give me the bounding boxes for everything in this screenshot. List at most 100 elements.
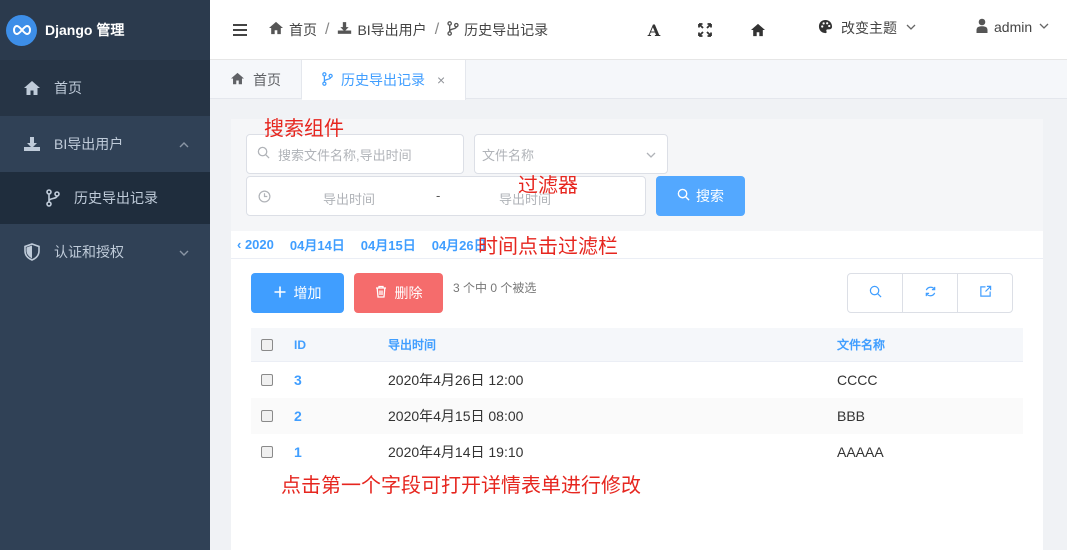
date-link[interactable]: 04月15日 (361, 235, 416, 254)
export-button[interactable] (958, 274, 1012, 312)
table-row: 3 2020年4月26日 12:00 CCCC (251, 362, 1023, 398)
infinity-logo-icon (6, 14, 37, 46)
export-icon (979, 285, 992, 301)
font-size-icon[interactable]: A (642, 18, 666, 42)
search-icon (257, 146, 270, 162)
table-row: 2 2020年4月15日 08:00 BBB (251, 398, 1023, 434)
column-header-id[interactable]: ID (294, 338, 388, 352)
sidebar-item-auth[interactable]: 认证和授权 (0, 224, 210, 280)
column-header-export-time[interactable]: 导出时间 (388, 336, 837, 353)
row-file-name: CCCC (837, 372, 878, 388)
annotation-edit-hint: 点击第一个字段可打开详情表单进行修改 (281, 473, 641, 497)
date-hierarchy-bar: ‹ 2020 04月14日 04月15日 04月26日 (231, 231, 1043, 259)
delete-button-label: 删除 (394, 285, 423, 301)
search-button[interactable]: 搜索 (656, 176, 745, 216)
sidebar-item-label: 首页 (54, 80, 82, 96)
chevron-down-icon (645, 149, 657, 164)
shield-icon (22, 242, 42, 262)
close-icon[interactable]: × (437, 72, 445, 88)
sidebar: Django 管理 首页 BI导出用户 历史导出记录 认证和授权 (0, 0, 210, 550)
home-icon (268, 21, 284, 38)
date-link[interactable]: 04月14日 (290, 235, 345, 254)
trash-icon (375, 285, 387, 301)
sidebar-item-label: 认证和授权 (54, 244, 124, 260)
breadcrumb-label: BI导出用户 (357, 21, 427, 38)
chevron-down-icon (1038, 19, 1050, 35)
branch-icon (322, 71, 333, 89)
branch-icon (44, 189, 62, 207)
add-button-label: 增加 (293, 285, 322, 301)
table-tools (847, 273, 1013, 313)
delete-button[interactable]: 删除 (354, 273, 443, 313)
results-table: ID 导出时间 文件名称 3 2020年4月26日 12:00 CCCC 2 2… (251, 328, 1023, 470)
filter-placeholder: 文件名称 (482, 147, 535, 163)
search-placeholder: 搜索文件名称,导出时间 (278, 147, 412, 163)
selection-count: 3 个中 0 个被选 (453, 281, 537, 295)
row-id-link[interactable]: 3 (294, 372, 302, 388)
search-icon (869, 285, 882, 301)
date-start-placeholder: 导出时间 (323, 192, 376, 207)
top-navbar: 首页 / BI导出用户 / 历史导出记录 A 改变主题 admin (210, 0, 1067, 60)
chevron-down-icon (905, 20, 917, 36)
refresh-button[interactable] (903, 274, 958, 312)
row-file-name: BBB (837, 408, 866, 424)
sidebar-item-bi-export-users[interactable]: BI导出用户 (0, 116, 210, 172)
annotation-date-filter: 时间点击过滤栏 (478, 234, 618, 258)
annotation-filter: 过滤器 (518, 173, 578, 197)
app-title: Django 管理 (45, 22, 125, 38)
search-panel: 搜索文件名称,导出时间 文件名称 导出时间 - 导出时间 搜索 (231, 119, 1043, 231)
row-export-time: 2020年4月15日 08:00 (388, 408, 524, 424)
palette-icon (818, 19, 833, 37)
branch-icon (447, 20, 459, 39)
annotation-search: 搜索组件 (264, 116, 344, 140)
change-theme-button[interactable]: 改变主题 (818, 18, 917, 38)
file-name-filter-select[interactable]: 文件名称 (474, 134, 668, 174)
row-checkbox[interactable] (261, 446, 273, 458)
fullscreen-icon[interactable] (693, 18, 717, 42)
breadcrumb-separator: / (325, 20, 330, 38)
tab-home[interactable]: 首页 (210, 60, 302, 99)
row-export-time: 2020年4月26日 12:00 (388, 372, 524, 388)
logo[interactable]: Django 管理 (0, 0, 210, 60)
home-icon (230, 72, 245, 88)
chevron-up-icon (178, 138, 190, 154)
date-back-link[interactable]: ‹ 2020 (237, 237, 274, 252)
row-id-link[interactable]: 1 (294, 444, 302, 460)
tab-label: 历史导出记录 (341, 72, 425, 88)
breadcrumb-current: 历史导出记录 (447, 20, 548, 40)
breadcrumb-separator: / (434, 20, 440, 38)
row-checkbox[interactable] (261, 410, 273, 422)
plus-icon (274, 285, 286, 301)
user-menu-button[interactable]: admin (976, 18, 1050, 36)
breadcrumb: 首页 / BI导出用户 / 历史导出记录 (268, 20, 548, 40)
clock-icon (258, 190, 271, 206)
theme-label: 改变主题 (841, 20, 897, 36)
breadcrumb-bi-export[interactable]: BI导出用户 (337, 20, 427, 40)
hamburger-menu-icon[interactable] (220, 0, 260, 60)
export-time-range-picker[interactable]: 导出时间 - 导出时间 (246, 176, 646, 216)
row-checkbox[interactable] (261, 374, 273, 386)
home-icon[interactable] (746, 18, 770, 42)
tabs-bar: 首页 历史导出记录 × (210, 60, 1067, 100)
sidebar-item-home[interactable]: 首页 (0, 60, 210, 116)
select-all-checkbox[interactable] (261, 338, 273, 351)
table-header: ID 导出时间 文件名称 (251, 328, 1023, 362)
home-icon (22, 78, 42, 98)
toggle-search-button[interactable] (848, 274, 903, 312)
user-icon (976, 18, 988, 36)
user-label: admin (994, 19, 1033, 35)
row-export-time: 2020年4月14日 19:10 (388, 444, 524, 460)
chevron-down-icon (178, 246, 190, 262)
add-button[interactable]: 增加 (251, 273, 344, 313)
sidebar-item-export-history[interactable]: 历史导出记录 (0, 172, 210, 224)
breadcrumb-label: 历史导出记录 (464, 21, 549, 38)
search-button-label: 搜索 (696, 188, 724, 204)
download-icon (22, 134, 42, 154)
table-row: 1 2020年4月14日 19:10 AAAAA (251, 434, 1023, 470)
breadcrumb-home[interactable]: 首页 (268, 20, 317, 40)
row-id-link[interactable]: 2 (294, 408, 302, 424)
row-file-name: AAAAA (837, 444, 884, 460)
page-scrollbar[interactable] (1060, 99, 1067, 550)
tab-export-history[interactable]: 历史导出记录 × (302, 60, 467, 100)
column-header-file-name[interactable]: 文件名称 (837, 336, 1023, 353)
